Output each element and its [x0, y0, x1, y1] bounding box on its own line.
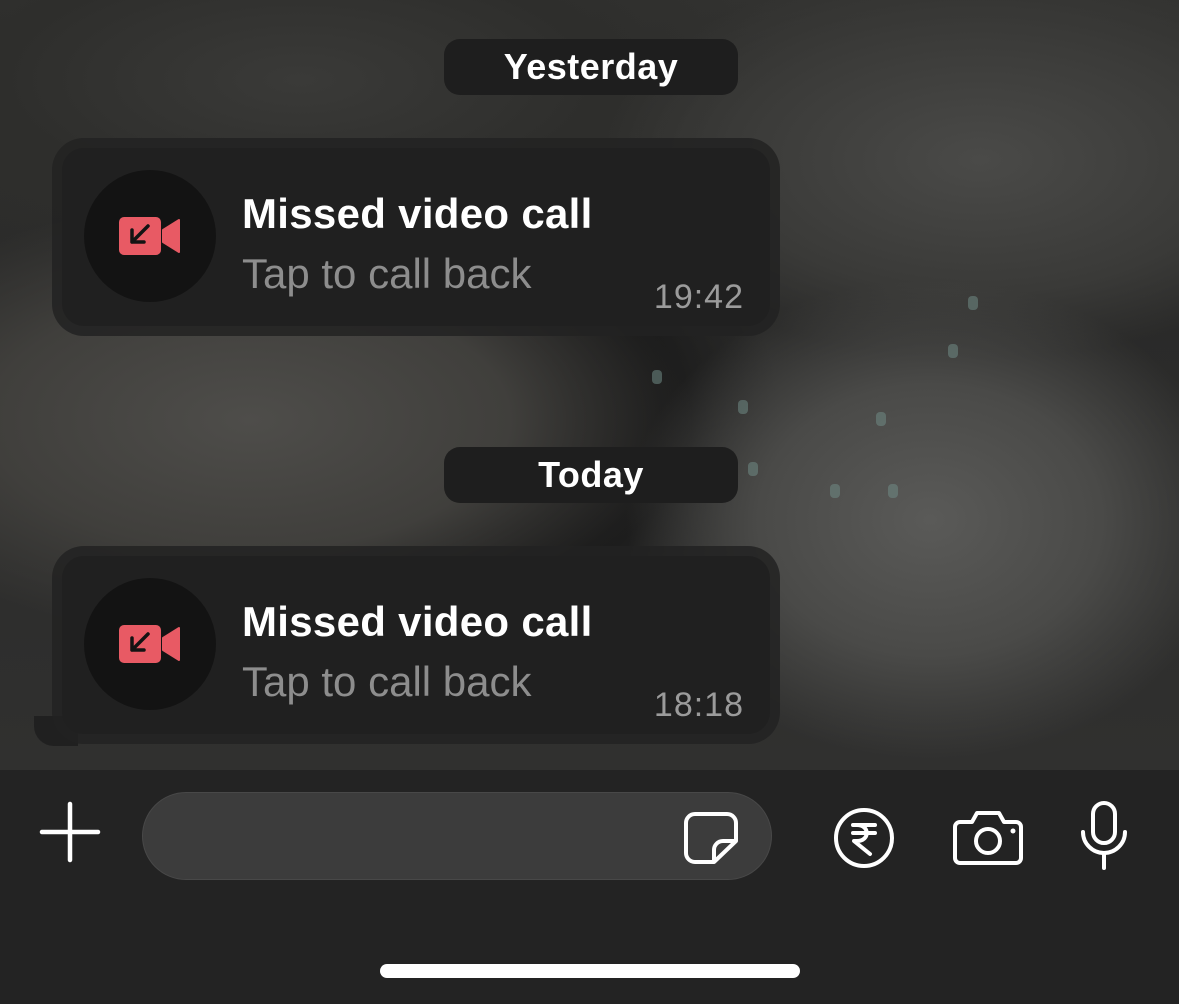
sticker-icon — [684, 812, 738, 864]
missed-call-message[interactable]: Missed video call Tap to call back 18:18 — [62, 556, 770, 734]
camera-button[interactable] — [952, 810, 1024, 871]
wallpaper-dot — [948, 344, 958, 358]
wallpaper-dot — [748, 462, 758, 476]
call-back-hint: Tap to call back — [242, 658, 532, 705]
call-back-hint: Tap to call back — [242, 250, 532, 297]
wallpaper-dot — [738, 400, 748, 414]
missed-call-icon-badge — [84, 170, 216, 302]
home-indicator[interactable] — [380, 964, 800, 978]
payment-button[interactable] — [832, 806, 896, 875]
date-separator-yesterday: Yesterday — [444, 39, 738, 95]
message-composer — [0, 770, 1179, 1004]
wallpaper-dot — [876, 412, 886, 426]
microphone-icon — [1081, 801, 1127, 870]
plus-icon — [39, 801, 101, 863]
wallpaper-dot — [888, 484, 898, 498]
message-timestamp: 19:42 — [653, 278, 744, 316]
date-separator-today: Today — [444, 447, 738, 503]
wallpaper-dot — [968, 296, 978, 310]
missed-video-call-icon — [119, 217, 180, 255]
date-separator-label: Today — [538, 454, 644, 495]
attach-button[interactable] — [38, 800, 102, 869]
date-separator-label: Yesterday — [503, 46, 679, 87]
message-input[interactable] — [173, 793, 677, 881]
sticker-button[interactable] — [683, 811, 739, 870]
call-title: Missed video call — [242, 598, 593, 645]
wallpaper-dot — [830, 484, 840, 498]
message-input-container[interactable] — [142, 792, 772, 881]
missed-call-icon-badge — [84, 578, 216, 710]
message-timestamp: 18:18 — [653, 686, 744, 724]
rupee-payment-icon — [834, 808, 894, 868]
voice-message-button[interactable] — [1078, 800, 1130, 877]
wallpaper-dot — [652, 370, 662, 384]
call-title: Missed video call — [242, 190, 593, 237]
camera-icon — [953, 811, 1023, 865]
missed-call-message[interactable]: Missed video call Tap to call back 19:42 — [62, 148, 770, 326]
missed-video-call-icon — [119, 625, 180, 663]
